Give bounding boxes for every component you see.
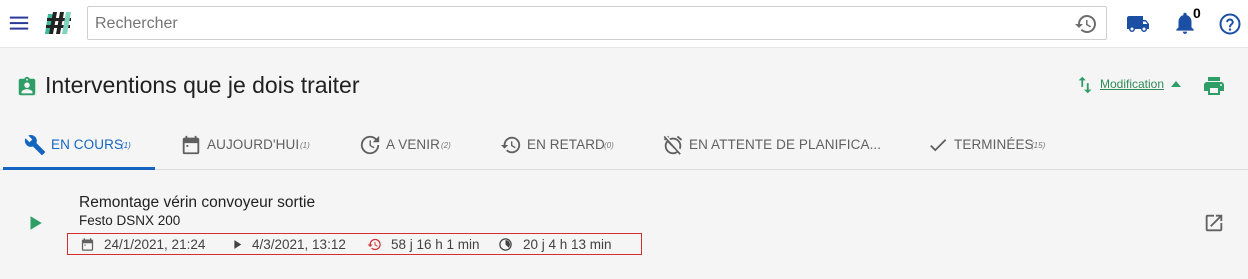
tab-label: EN ATTENTE DE PLANIFICA... [689,137,882,152]
overdue-icon [367,238,381,251]
calendar-icon [182,135,200,155]
tab-en-cours[interactable]: EN COURS (1) [24,120,156,170]
overdue-duration: 58 j 16 h 1 min [391,237,480,252]
tab-count: (15) [1031,141,1046,150]
search-history-icon[interactable] [1074,12,1098,36]
alarm-off-icon [663,135,683,155]
print-icon[interactable] [1202,74,1226,98]
history-icon [500,136,521,154]
active-tab-indicator [3,167,155,170]
status-tabs: EN COURS (1) AUJOURD'HUI (1) A VENIR (2)… [0,120,1248,170]
search-input[interactable] [95,13,1055,35]
assignment-icon [18,76,36,96]
tab-count: (1) [121,141,131,150]
calendar-icon [81,238,94,251]
tab-label: AUJOURD'HUI [207,137,300,152]
tab-label: EN RETARD [527,137,605,152]
check-icon [930,139,947,152]
started-date: 4/3/2021, 13:12 [252,237,346,252]
tab-terminees[interactable]: TERMINÉES (15) [927,120,1057,170]
open-in-new-icon[interactable] [1203,212,1225,234]
help-icon[interactable] [1218,12,1242,36]
sort-field-button[interactable]: Modification [1100,77,1164,91]
elapsed-time-icon [499,238,512,251]
elapsed-duration: 20 j 4 h 13 min [523,237,612,252]
sort-icon[interactable] [1074,74,1096,96]
tab-label: EN COURS [51,137,124,152]
intervention-timing: 24/1/2021, 21:24 4/3/2021, 13:12 58 j 16… [67,233,642,255]
intervention-title: Remontage vérin convoyeur sortie [79,194,316,211]
play-icon[interactable] [26,214,44,232]
tab-en-attente-de-planification[interactable]: EN ATTENTE DE PLANIFICA... [662,120,882,170]
tab-count: (0) [604,141,614,150]
play-small-icon [234,240,242,249]
tab-count: (2) [441,141,451,150]
top-bar: 0 [0,0,1248,48]
tab-en-retard[interactable]: EN RETARD (0) [500,120,620,170]
tab-count: (1) [300,141,310,150]
menu-icon[interactable] [8,12,30,34]
page-title: Interventions que je dois traiter [45,72,360,98]
tab-label: TERMINÉES [954,137,1034,152]
tab-label: A VENIR [386,137,440,152]
created-date: 24/1/2021, 21:24 [104,237,206,252]
app-logo[interactable] [44,8,74,38]
sort-direction-caret[interactable] [1171,81,1181,87]
wrench-icon [24,135,46,156]
tab-aujourdhui[interactable]: AUJOURD'HUI (1) [180,120,320,170]
truck-icon[interactable] [1126,12,1150,36]
notification-count: 0 [1193,5,1201,21]
tab-a-venir[interactable]: A VENIR (2) [359,120,459,170]
equipment-name: Festo DSNX 200 [79,213,181,228]
upcoming-icon [360,135,380,155]
search-box [87,6,1107,40]
